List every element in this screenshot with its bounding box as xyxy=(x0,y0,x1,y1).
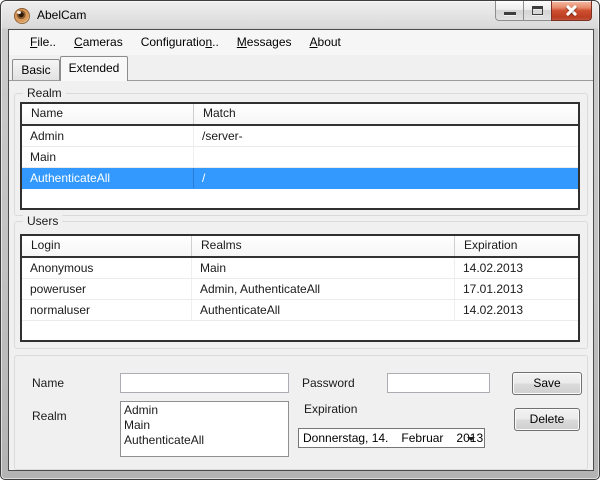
minimize-button[interactable] xyxy=(495,1,524,21)
realm-row-main[interactable]: Main xyxy=(22,147,578,168)
app-eye-icon xyxy=(14,8,30,24)
password-label: Password xyxy=(302,376,355,390)
menu-configuration[interactable]: Configuration.. xyxy=(132,30,228,55)
title-bar[interactable]: AbelCam xyxy=(1,1,599,29)
users-table-header: Login Realms Expiration xyxy=(22,236,578,258)
menu-about[interactable]: About xyxy=(301,30,350,55)
users-group-title: Users xyxy=(23,214,62,228)
tab-page-extended: Realm Name Match Admin /server- Main xyxy=(9,80,593,470)
realm-groupbox: Realm Name Match Admin /server- Main xyxy=(14,93,588,216)
realm-listbox[interactable]: Admin Main AuthenticateAll xyxy=(120,401,289,457)
menu-messages[interactable]: Messages xyxy=(228,30,301,55)
realm-col-name[interactable]: Name xyxy=(22,104,194,124)
users-row-normaluser[interactable]: normaluser AuthenticateAll 14.02.2013 xyxy=(22,300,578,321)
users-col-realms[interactable]: Realms xyxy=(192,236,455,256)
user-edit-groupbox: Name Password Save Realm Admin Main Auth… xyxy=(14,355,588,470)
realm-row-admin[interactable]: Admin /server- xyxy=(22,126,578,147)
users-col-login[interactable]: Login xyxy=(22,236,192,256)
caption-buttons xyxy=(496,1,592,21)
save-button[interactable]: Save xyxy=(512,372,582,395)
client-area: File.. Cameras Configuration.. Messages … xyxy=(8,29,594,471)
realm-table: Name Match Admin /server- Main Authentic… xyxy=(20,102,580,210)
date-month-segment[interactable]: Februar xyxy=(401,431,443,445)
realm-option-main[interactable]: Main xyxy=(121,418,288,433)
expiration-label: Expiration xyxy=(304,402,357,416)
tab-strip: Basic Extended xyxy=(9,56,593,80)
maximize-icon xyxy=(532,6,543,15)
users-table: Login Realms Expiration Anonymous Main 1… xyxy=(20,234,580,342)
users-row-poweruser[interactable]: poweruser Admin, AuthenticateAll 17.01.2… xyxy=(22,279,578,300)
minimize-icon xyxy=(504,12,516,15)
realm-option-admin[interactable]: Admin xyxy=(121,403,288,418)
menu-cameras[interactable]: Cameras xyxy=(65,30,132,55)
password-input[interactable] xyxy=(387,373,490,393)
users-col-expiration[interactable]: Expiration xyxy=(455,236,578,256)
realm-option-authenticateall[interactable]: AuthenticateAll xyxy=(121,433,288,448)
menu-file[interactable]: File.. xyxy=(21,30,65,55)
realm-row-authenticateall-selected[interactable]: AuthenticateAll / xyxy=(22,168,578,189)
realm-col-match[interactable]: Match xyxy=(194,104,578,124)
close-button[interactable] xyxy=(551,1,592,21)
window-title: AbelCam xyxy=(37,8,86,22)
delete-button[interactable]: Delete xyxy=(514,408,580,431)
realm-table-header: Name Match xyxy=(22,104,578,126)
app-window: AbelCam File.. Cameras Configuration.. M… xyxy=(0,0,600,480)
tab-basic[interactable]: Basic xyxy=(12,59,60,80)
tab-extended[interactable]: Extended xyxy=(60,56,128,81)
close-icon xyxy=(565,4,578,17)
users-groupbox: Users Login Realms Expiration Anonymous … xyxy=(14,221,588,349)
date-day-segment[interactable]: Donnerstag, 14. xyxy=(303,431,388,445)
users-row-anonymous[interactable]: Anonymous Main 14.02.2013 xyxy=(22,258,578,279)
maximize-button[interactable] xyxy=(523,1,552,21)
menu-bar: File.. Cameras Configuration.. Messages … xyxy=(9,30,593,55)
realm-label: Realm xyxy=(32,409,67,423)
realm-group-title: Realm xyxy=(23,86,66,100)
name-input[interactable] xyxy=(120,373,289,393)
expiration-date-picker[interactable]: Donnerstag, 14. Februar 2013 xyxy=(298,428,485,448)
dropdown-arrow-icon[interactable] xyxy=(467,437,475,441)
name-label: Name xyxy=(32,376,64,390)
